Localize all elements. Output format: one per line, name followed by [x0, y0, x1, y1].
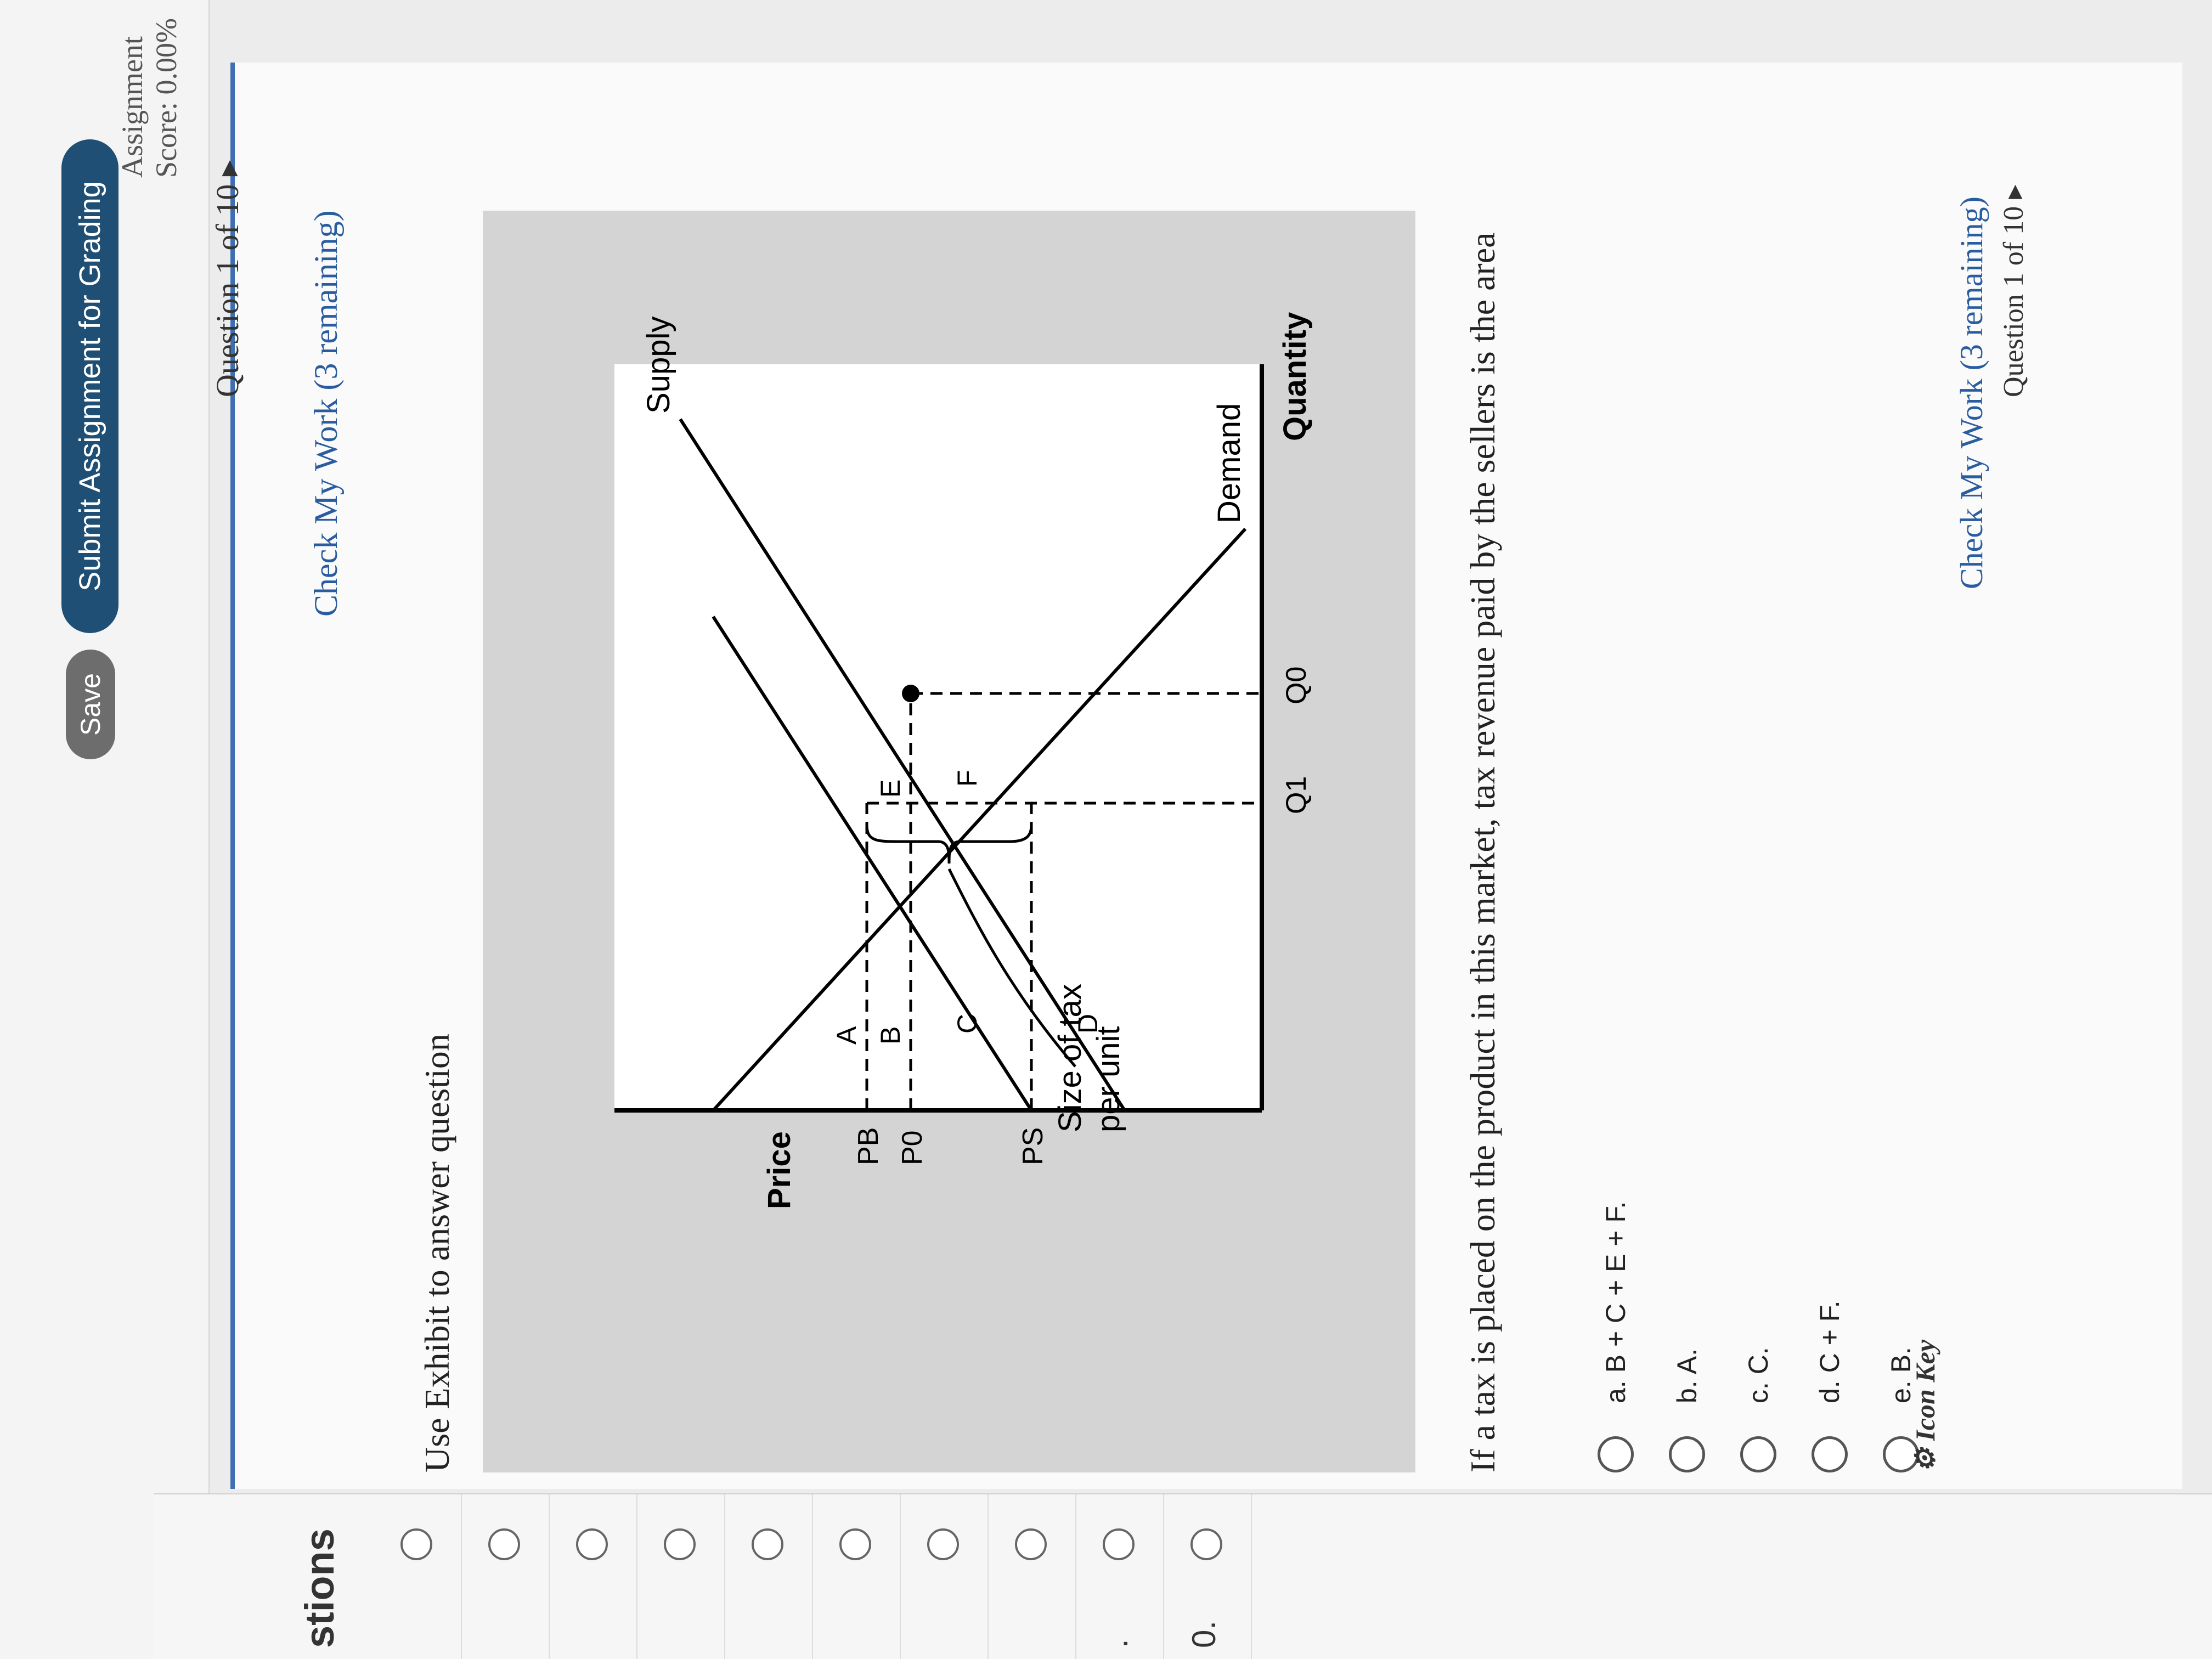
radio-button[interactable] [1740, 1436, 1776, 1472]
supply-demand-diagram: Price Quantity Supply Demand Size of tax… [483, 211, 1415, 1472]
question-number: . [1098, 1639, 1135, 1648]
question-navigator[interactable]: Question 1 of 10 ▸ [208, 160, 246, 397]
question-text: If a tax is placed on the product in thi… [1463, 232, 1502, 1472]
question-status-radio[interactable] [752, 1528, 783, 1560]
question-status-radio[interactable] [576, 1528, 608, 1560]
check-my-work-link[interactable]: Check My Work (3 remaining) [307, 210, 345, 617]
question-row[interactable] [900, 1494, 989, 1659]
question-status-radio[interactable] [1103, 1528, 1135, 1560]
option-a[interactable]: a. B + C + E + F. [1580, 1201, 1651, 1472]
question-counter: Question 1 of 10 [210, 184, 245, 397]
area-e-label: E [875, 780, 906, 798]
question-row[interactable] [636, 1494, 725, 1659]
key-icon: ⚙ [1910, 1448, 1940, 1472]
question-row[interactable]: 0. [1163, 1494, 1252, 1659]
pb-label: PB [853, 1127, 884, 1165]
top-bar: Assignment Score: 0.00% Save Submit Assi… [0, 0, 210, 1659]
option-label: b. A. [1672, 1348, 1702, 1403]
footer-question-counter: Question 1 of 10 [1998, 206, 2029, 397]
supply-label: Supply [641, 317, 676, 414]
next-arrow-icon[interactable]: ▸ [1998, 185, 2029, 199]
tax-size-label: Size of tax [1052, 984, 1088, 1132]
option-c[interactable]: c. C. [1723, 1201, 1794, 1472]
answer-options: a. B + C + E + F. b. A. c. C. d. C + F. … [1580, 1201, 1937, 1472]
question-row[interactable] [812, 1494, 901, 1659]
question-status-radio[interactable] [400, 1528, 432, 1560]
assignment-score: Assignment Score: 0.00% [116, 18, 183, 178]
radio-button[interactable] [1598, 1436, 1634, 1472]
question-row[interactable] [461, 1494, 550, 1659]
area-a-label: A [831, 1026, 862, 1045]
area-c-label: C [952, 1014, 983, 1034]
screen: Assignment Score: 0.00% Save Submit Assi… [0, 0, 2212, 1659]
equilibrium-point [902, 685, 919, 702]
option-b[interactable]: b. A. [1651, 1201, 1723, 1472]
q1-label: Q1 [1280, 776, 1312, 814]
radio-button[interactable] [1669, 1436, 1705, 1472]
icon-key-label: Icon Key [1910, 1339, 1940, 1441]
question-number: 0. [1186, 1620, 1222, 1648]
question-status-radio[interactable] [839, 1528, 871, 1560]
question-row[interactable] [724, 1494, 813, 1659]
next-arrow-icon[interactable]: ▸ [210, 160, 245, 176]
p0-label: P0 [896, 1130, 928, 1165]
footer-check-my-work-link[interactable]: Check My Work (3 remaining) [1953, 196, 1990, 589]
quantity-axis-label: Quantity [1277, 312, 1313, 441]
q0-label: Q0 [1280, 667, 1312, 704]
radio-button[interactable] [1812, 1436, 1848, 1472]
exhibit-figure: Price Quantity Supply Demand Size of tax… [483, 211, 1415, 1472]
area-f-label: F [952, 770, 983, 787]
question-status-radio[interactable] [1190, 1528, 1222, 1560]
demand-label: Demand [1211, 403, 1247, 523]
save-button[interactable]: Save [66, 650, 115, 759]
ps-label: PS [1017, 1127, 1049, 1165]
tax-per-unit-label: per unit [1091, 1026, 1126, 1132]
question-status-radio[interactable] [664, 1528, 696, 1560]
questions-sidebar: stions . 0. [154, 1493, 2212, 1659]
question-status-radio[interactable] [488, 1528, 520, 1560]
option-label: c. C. [1743, 1347, 1774, 1403]
question-status-radio[interactable] [1015, 1528, 1047, 1560]
question-row[interactable] [549, 1494, 637, 1659]
icon-key-link[interactable]: ⚙ Icon Key [1909, 1340, 1941, 1472]
question-row[interactable] [988, 1494, 1076, 1659]
area-d-label: D [1073, 1014, 1103, 1034]
sidebar-title: stions [297, 1528, 342, 1648]
question-status-radio[interactable] [927, 1528, 959, 1560]
question-row[interactable] [373, 1494, 462, 1659]
area-b-label: B [875, 1026, 906, 1045]
option-label: d. C + F. [1814, 1300, 1845, 1403]
footer-question-navigator[interactable]: Question 1 of 10 ▸ [1997, 185, 2030, 397]
price-axis-label: Price [761, 1131, 797, 1209]
question-row[interactable]: . [1075, 1494, 1164, 1659]
exhibit-instruction: Use Exhibit to answer question [417, 1034, 456, 1472]
option-label: a. B + C + E + F. [1600, 1201, 1631, 1403]
option-d[interactable]: d. C + F. [1794, 1201, 1865, 1472]
submit-assignment-button[interactable]: Submit Assignment for Grading [61, 139, 119, 633]
